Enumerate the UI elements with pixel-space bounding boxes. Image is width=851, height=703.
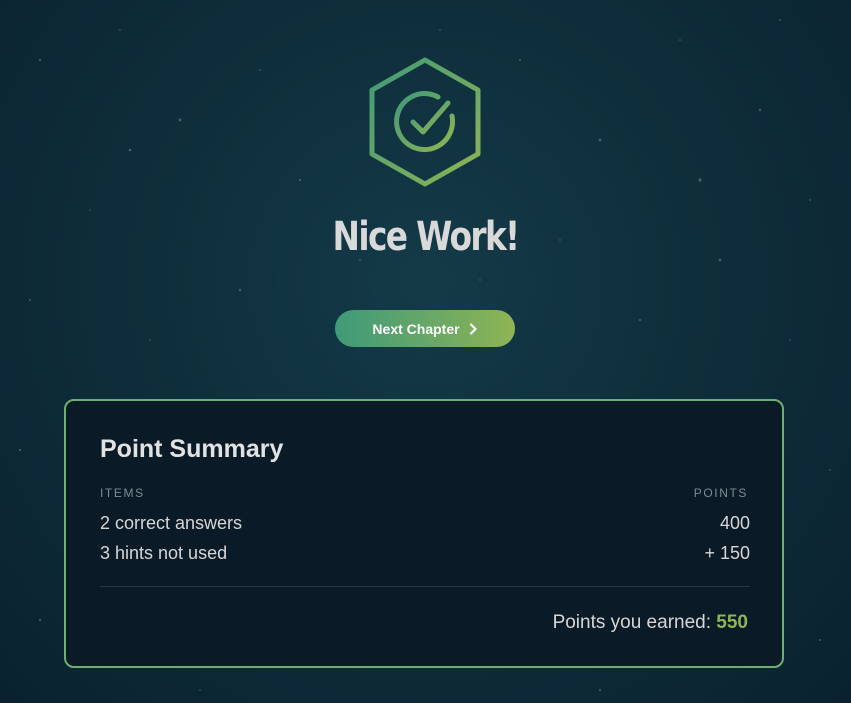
items-column-header: ITEMS: [100, 486, 145, 500]
chevron-right-icon: [469, 322, 477, 335]
point-summary-card: Point Summary ITEMS POINTS 2 correct ans…: [64, 399, 784, 668]
summary-row-item: 2 correct answers: [100, 513, 243, 533]
points-earned-value: 550: [716, 612, 748, 633]
summary-divider: [100, 586, 750, 587]
summary-row: 3 hints not used + 150: [100, 543, 750, 564]
point-summary-heading: Point Summary: [100, 435, 284, 463]
points-earned-label: Points you earned:: [552, 612, 712, 633]
summary-row-item: 3 hints not used: [100, 543, 228, 563]
check-circle-hexagon-icon: [369, 57, 481, 187]
summary-row-points: 400: [719, 513, 750, 533]
summary-row-points: + 150: [704, 543, 750, 563]
next-chapter-label: Next Chapter: [372, 320, 460, 337]
summary-row: 2 correct answers 400: [100, 513, 750, 534]
next-chapter-button[interactable]: Next Chapter: [335, 310, 515, 347]
points-earned-total: Points you earned: 550: [553, 612, 748, 634]
page-title: Nice Work!: [332, 214, 521, 260]
points-column-header: POINTS: [693, 486, 748, 500]
